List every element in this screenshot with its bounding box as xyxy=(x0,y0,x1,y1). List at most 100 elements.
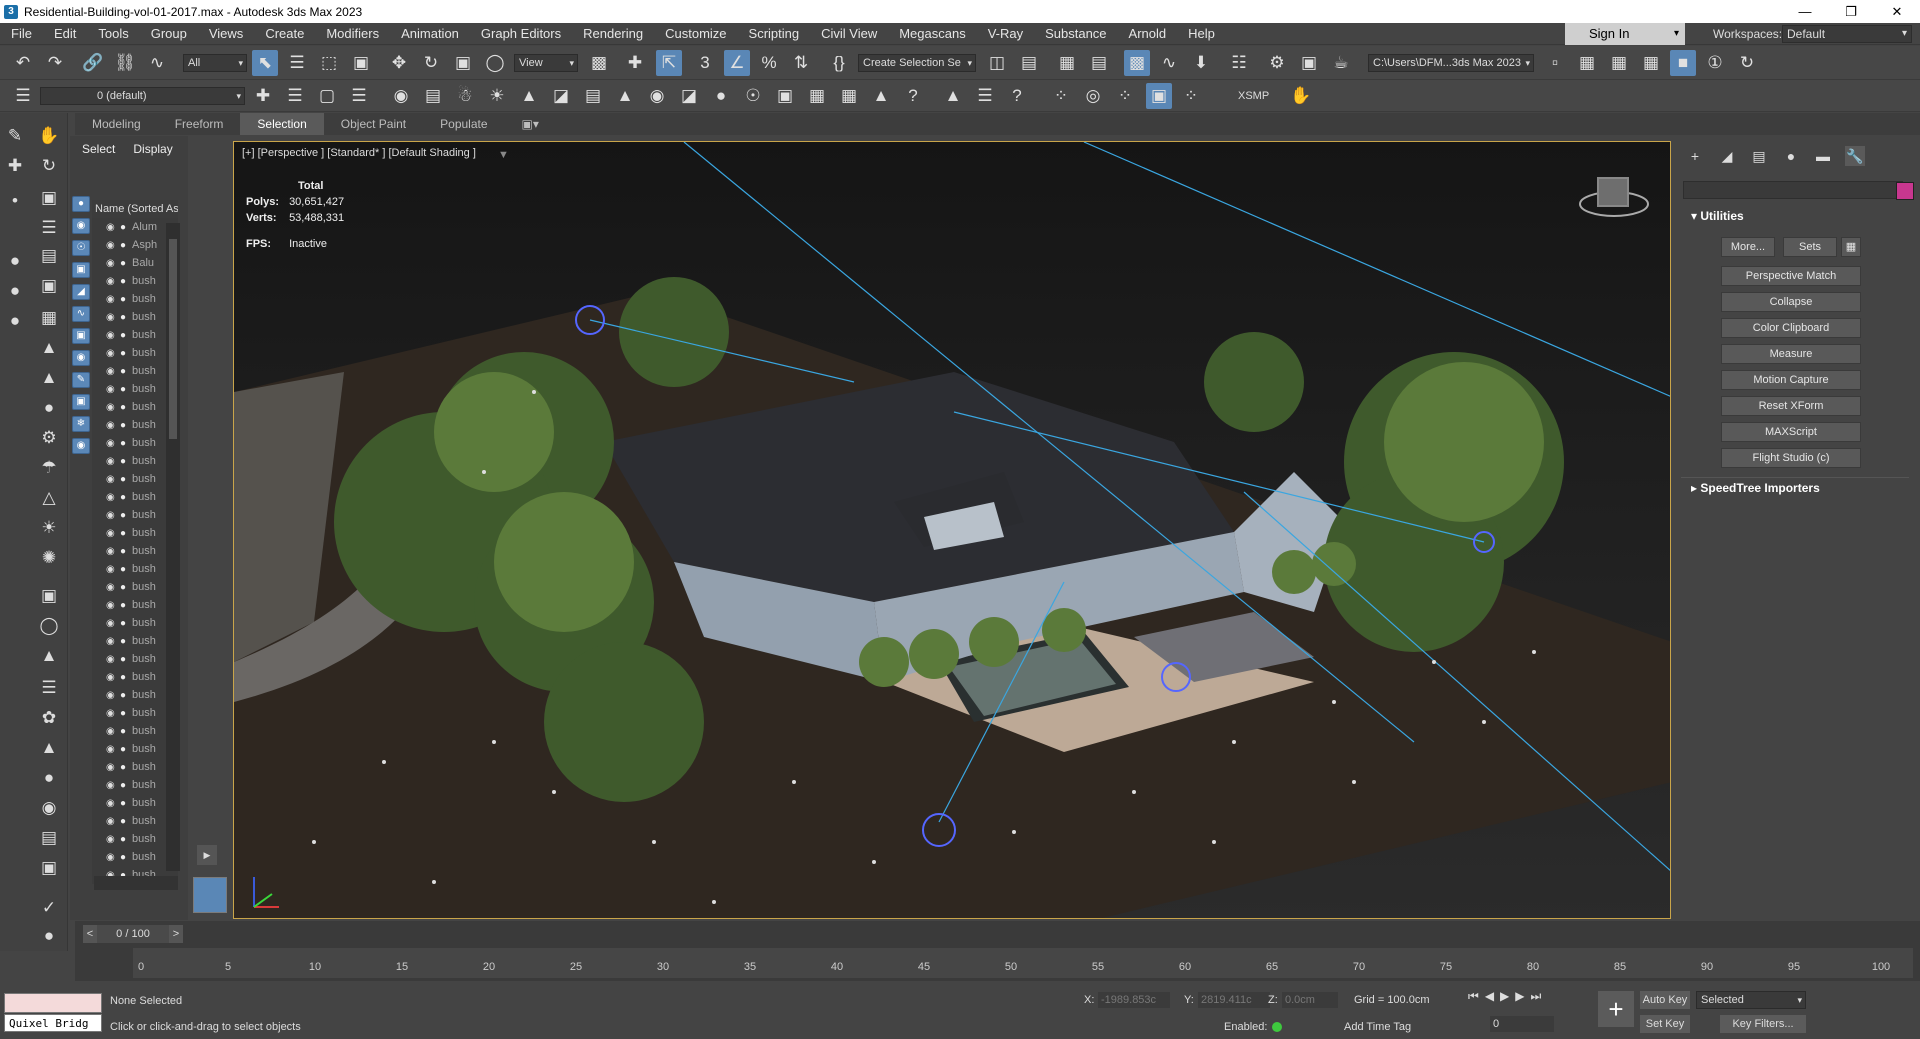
renderable-icon[interactable]: ● xyxy=(120,597,132,614)
next-frame-icon[interactable]: ▶ xyxy=(1515,989,1524,1004)
layer-select[interactable]: 0 (default) ▾ xyxy=(40,87,245,105)
visibility-eye-icon[interactable]: ◉ xyxy=(106,579,120,596)
tab-modeling[interactable]: Modeling xyxy=(75,113,158,135)
visibility-eye-icon[interactable]: ◉ xyxy=(106,471,120,488)
circle2-icon[interactable]: ● xyxy=(2,278,28,304)
z-coordinate-field[interactable]: 0.0cm xyxy=(1282,992,1338,1008)
renderable-icon[interactable]: ● xyxy=(120,381,132,398)
hierarchy-icon[interactable]: ▤ xyxy=(36,243,62,269)
prev-frame-icon[interactable]: ◀ xyxy=(1485,989,1494,1004)
sphere-icon[interactable]: ◉ xyxy=(644,83,670,109)
curve-editor-icon[interactable]: ∿ xyxy=(1156,50,1182,76)
tree-icon[interactable]: ▲ xyxy=(940,83,966,109)
umbrella-icon[interactable]: ☂ xyxy=(36,455,62,481)
pivot-center-icon[interactable]: ▩ xyxy=(586,50,612,76)
place-icon[interactable]: ◯ xyxy=(482,50,508,76)
render-setup-icon[interactable]: ⚙ xyxy=(1264,50,1290,76)
menu-tools[interactable]: Tools xyxy=(87,23,139,45)
brush-icon[interactable]: ✎ xyxy=(2,123,28,149)
filter-icon[interactable]: ▼ xyxy=(498,149,509,161)
renderable-icon[interactable]: ● xyxy=(120,813,132,830)
time-slider[interactable]: < 0 / 100 > xyxy=(83,925,183,943)
container-open-icon[interactable]: ▦ xyxy=(1574,50,1600,76)
save-scene-icon[interactable]: ▣ xyxy=(36,855,62,881)
renderable-icon[interactable]: ● xyxy=(120,615,132,632)
flame2-icon[interactable]: ▲ xyxy=(36,735,62,761)
renderable-icon[interactable]: ● xyxy=(120,795,132,812)
layer-properties-icon[interactable]: ☰ xyxy=(346,83,372,109)
mirror-icon[interactable]: ◫ xyxy=(984,50,1010,76)
box-icon[interactable]: ▣ xyxy=(36,185,62,211)
go-to-end-icon[interactable]: ⏭ xyxy=(1531,989,1542,1004)
time-next-icon[interactable]: > xyxy=(169,925,183,943)
renderable-icon[interactable]: ● xyxy=(120,561,132,578)
menu-file[interactable]: File xyxy=(0,23,43,45)
burst-icon[interactable]: ✺ xyxy=(36,545,62,571)
named-selection-set-select[interactable]: Create Selection Se ▾ xyxy=(858,54,976,72)
ribbon-toggle-icon[interactable]: ▤ xyxy=(1086,50,1112,76)
proxy-icon[interactable]: ▦ xyxy=(836,83,862,109)
visibility-eye-icon[interactable]: ◉ xyxy=(106,435,120,452)
set-key-big-icon[interactable]: + xyxy=(1598,991,1634,1027)
dot-icon[interactable]: • xyxy=(2,188,28,214)
window-crossing-icon[interactable]: ▣ xyxy=(348,50,374,76)
render-production-icon[interactable]: ☕ xyxy=(1328,50,1354,76)
percent-snap-icon[interactable]: % xyxy=(756,50,782,76)
speedtree-rollout-header[interactable]: ▸ SpeedTree Importers xyxy=(1681,477,1909,497)
renderable-icon[interactable]: ● xyxy=(120,399,132,416)
menu-rendering[interactable]: Rendering xyxy=(572,23,654,45)
visibility-eye-icon[interactable]: ◉ xyxy=(106,741,120,758)
visibility-eye-icon[interactable]: ◉ xyxy=(106,237,120,254)
explorer-tab-display[interactable]: Display xyxy=(133,142,172,156)
nodes-icon[interactable]: ⁘ xyxy=(1112,83,1138,109)
quixel-bridge-swatch[interactable] xyxy=(4,993,102,1013)
bucket-icon[interactable]: △ xyxy=(36,485,62,511)
renderable-icon[interactable]: ● xyxy=(120,525,132,542)
maxscript-button[interactable]: MAXScript xyxy=(1721,422,1861,442)
menu-edit[interactable]: Edit xyxy=(43,23,87,45)
move-icon[interactable]: ✥ xyxy=(386,50,412,76)
perspective-match-button[interactable]: Perspective Match xyxy=(1721,266,1861,286)
schematic-view-icon[interactable]: ⬇ xyxy=(1188,50,1214,76)
cube-icon[interactable]: ▣ xyxy=(36,583,62,609)
menu-animation[interactable]: Animation xyxy=(390,23,470,45)
visibility-eye-icon[interactable]: ◉ xyxy=(106,453,120,470)
visibility-eye-icon[interactable]: ◉ xyxy=(106,687,120,704)
reset-xform-button[interactable]: Reset XForm xyxy=(1721,396,1861,416)
filter-hidden-icon[interactable]: ◉ xyxy=(72,438,90,454)
filter-lights-icon[interactable]: ☉ xyxy=(72,240,90,256)
renderable-icon[interactable]: ● xyxy=(120,759,132,776)
renderable-icon[interactable]: ● xyxy=(120,489,132,506)
sun-icon[interactable]: ☀ xyxy=(484,83,510,109)
play-icon[interactable]: ▶ xyxy=(1500,989,1509,1004)
lamp2-icon[interactable]: ▲ xyxy=(36,335,62,361)
light-icon[interactable]: ☃ xyxy=(452,83,478,109)
current-frame-field[interactable]: 0 xyxy=(1490,1016,1554,1032)
cache-icon[interactable]: ▣ xyxy=(1146,83,1172,109)
scene-explorer-icon[interactable]: ▩ xyxy=(1124,50,1150,76)
menu-group[interactable]: Group xyxy=(140,23,198,45)
cone-icon[interactable]: ▲ xyxy=(36,365,62,391)
visibility-eye-icon[interactable]: ◉ xyxy=(106,615,120,632)
key-filters-button[interactable]: Key Filters... xyxy=(1720,1015,1806,1033)
visibility-eye-icon[interactable]: ◉ xyxy=(106,417,120,434)
restore-icon[interactable]: ❐ xyxy=(1828,0,1874,23)
rendered-frame-icon[interactable]: ▣ xyxy=(1296,50,1322,76)
close-icon[interactable]: ✕ xyxy=(1874,0,1920,23)
dome-icon[interactable]: ◪ xyxy=(548,83,574,109)
visibility-eye-icon[interactable]: ◉ xyxy=(106,525,120,542)
renderable-icon[interactable]: ● xyxy=(120,237,132,254)
visibility-eye-icon[interactable]: ◉ xyxy=(106,849,120,866)
rect-selection-icon[interactable]: ⬚ xyxy=(316,50,342,76)
add-to-layer-icon[interactable]: ☰ xyxy=(282,83,308,109)
question-icon[interactable]: ? xyxy=(1004,83,1030,109)
renderable-icon[interactable]: ● xyxy=(120,723,132,740)
material-ball-icon[interactable]: ● xyxy=(708,83,734,109)
visibility-eye-icon[interactable]: ◉ xyxy=(106,219,120,236)
select-hand-icon[interactable]: ✋ xyxy=(36,123,62,149)
explorer-scrollbar[interactable] xyxy=(166,223,180,871)
visibility-eye-icon[interactable]: ◉ xyxy=(106,291,120,308)
undo-icon[interactable]: ↶ xyxy=(10,50,36,76)
hierarchy-tab-icon[interactable]: ▤ xyxy=(1749,146,1769,166)
filter-bones-icon[interactable]: ✎ xyxy=(72,372,90,388)
